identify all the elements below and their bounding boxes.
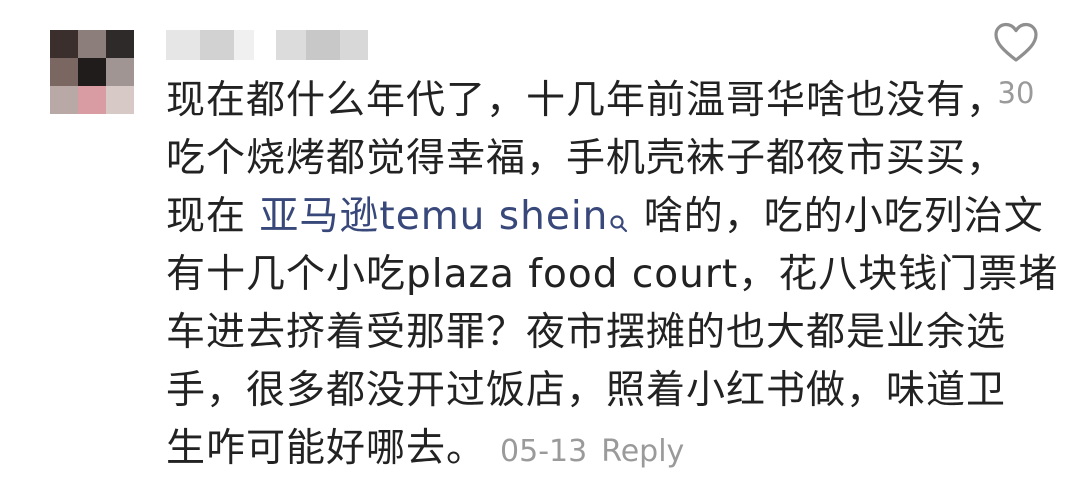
comment-date: 05-13 [500,434,588,469]
like-button[interactable]: 30 [988,22,1044,110]
comment-line: 现在都什么年代了，十几年前温哥华啥也没有， [166,78,1007,123]
comment-text-segment: 现在 [166,194,260,239]
comment-line: 现在 亚马逊temu shein 啥的，吃的小吃列治文 [166,188,1043,246]
search-icon[interactable] [608,194,630,233]
like-count: 30 [997,76,1035,110]
username-blurred[interactable] [166,30,376,60]
comment-line: 手，很多都没开过饭店，照着小红书做，味道卫 [166,368,1007,413]
comment-meta: 05-13 Reply [500,434,698,469]
reply-button[interactable]: Reply [601,434,684,469]
comment-text-segment: 啥的，吃的小吃列治文 [630,194,1044,239]
comment-line: 有十几个小吃plaza food court，花八块钱门票堵 [166,252,1059,297]
comment-text-segment: 生咋可能好哪去。 [166,426,487,471]
comment-text: 现在都什么年代了，十几年前温哥华啥也没有， 吃个烧烤都觉得幸福，手机壳袜子都夜市… [166,72,1059,481]
comment-line: 车进去挤着受那罪？夜市摆摊的也大都是业余选 [166,310,1007,355]
comment-line: 吃个烧烤都觉得幸福，手机壳袜子都夜市买买， [166,136,1007,181]
avatar[interactable] [50,30,134,114]
comment-line: 生咋可能好哪去。 05-13 Reply [166,420,946,481]
heart-outline-icon[interactable] [993,22,1039,68]
search-keyword-link[interactable]: 亚马逊temu shein [259,194,608,239]
